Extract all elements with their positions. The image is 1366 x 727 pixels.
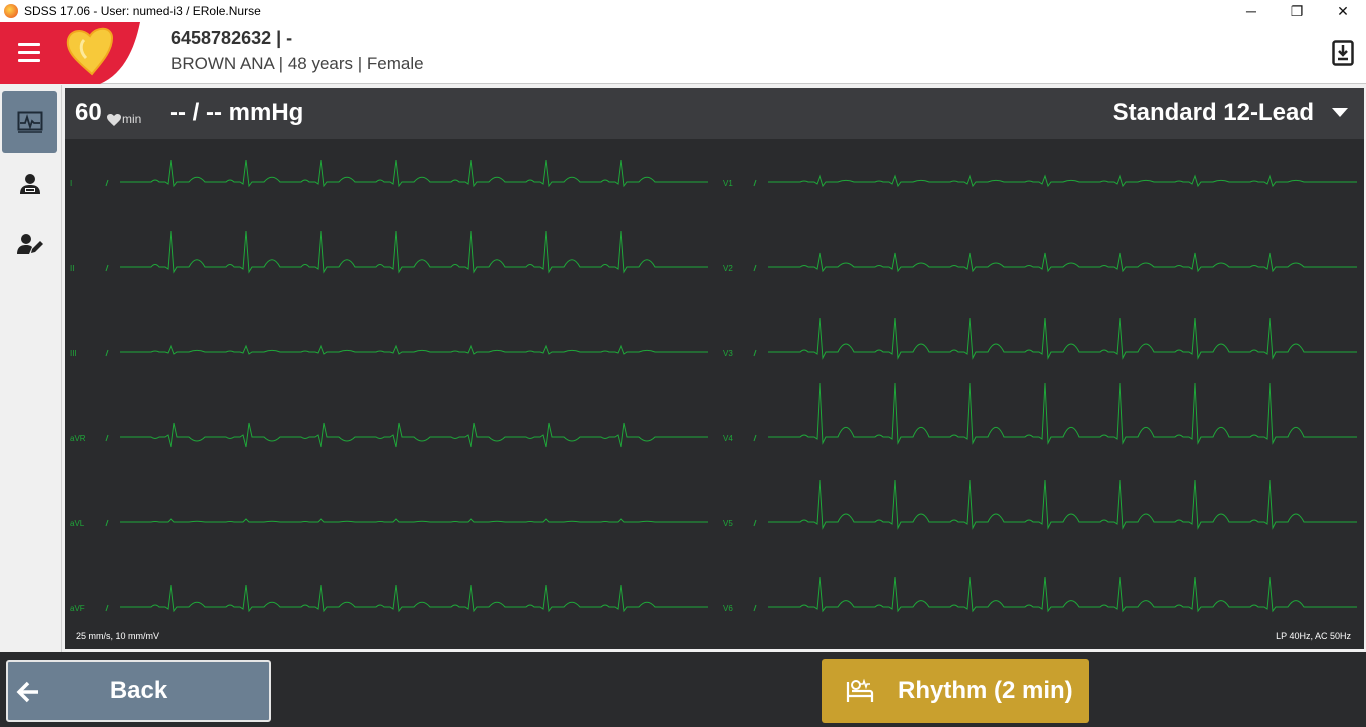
tablet-download-icon[interactable] xyxy=(1332,40,1354,66)
ecg-trace-V6 xyxy=(753,576,1357,613)
window-title: SDSS 17.06 - User: numed-i3 / ERole.Nurs… xyxy=(24,4,261,18)
rhythm-button[interactable]: Rhythm (2 min) xyxy=(822,659,1089,723)
back-button[interactable]: Back xyxy=(6,660,271,722)
ecg-traces: IIIIIIaVRaVLaVFV1V2V3V4V5V6 xyxy=(70,159,1357,613)
lead-label-aVR: aVR xyxy=(70,434,86,443)
patient-id: 6458782632 | - xyxy=(171,28,293,48)
ecg-filter-settings: LP 40Hz, AC 50Hz xyxy=(1276,631,1351,641)
bottom-action-bar: Back Rhythm (2 min) xyxy=(0,652,1366,727)
lead-mode-select[interactable]: Standard 12-Lead xyxy=(1113,99,1314,127)
app-icon xyxy=(4,4,18,18)
ecg-trace-II xyxy=(105,230,708,274)
ecg-trace-V2 xyxy=(753,252,1357,273)
close-button[interactable]: ✕ xyxy=(1320,0,1366,22)
patient-info: BROWN ANA | 48 years | Female xyxy=(171,54,424,73)
lead-label-V3: V3 xyxy=(723,349,733,358)
lead-label-aVF: aVF xyxy=(70,604,85,613)
ecg-trace-V3 xyxy=(753,317,1357,360)
heart-icon xyxy=(107,114,121,126)
lead-label-V4: V4 xyxy=(723,434,733,443)
minimize-button[interactable]: ─ xyxy=(1228,0,1274,22)
sidebar-item-ecg[interactable] xyxy=(2,91,57,153)
patient-header: 6458782632 | - BROWN ANA | 48 years | Fe… xyxy=(0,22,1366,84)
lead-label-V1: V1 xyxy=(723,179,733,188)
window-titlebar: SDSS 17.06 - User: numed-i3 / ERole.Nurs… xyxy=(0,0,1366,22)
ecg-trace-III xyxy=(105,344,708,357)
ecg-trace-I xyxy=(105,159,708,188)
patient-bed-icon xyxy=(846,678,874,702)
window-controls: ─ ❐ ✕ xyxy=(1228,0,1366,22)
ecg-trace-V5 xyxy=(753,479,1357,530)
vitals-bar: 60 min -- / -- mmHg Standard 12-Lead xyxy=(65,88,1364,139)
chevron-down-icon[interactable] xyxy=(1332,108,1348,117)
lead-label-II: II xyxy=(70,264,74,273)
lead-label-aVL: aVL xyxy=(70,519,85,528)
ecg-trace-V1 xyxy=(753,174,1357,188)
ecg-monitor-icon xyxy=(17,111,42,133)
ecg-panel: 60 min -- / -- mmHg Standard 12-Lead I II… xyxy=(65,88,1364,649)
lead-label-I: I xyxy=(70,179,72,188)
hamburger-icon xyxy=(18,43,40,46)
ecg-trace-aVR xyxy=(105,422,708,448)
user-edit-icon xyxy=(16,234,43,254)
ecg-trace-V4 xyxy=(753,382,1357,445)
lead-label-V6: V6 xyxy=(723,604,733,613)
blood-pressure-value: -- / -- mmHg xyxy=(170,99,304,126)
menu-button[interactable] xyxy=(14,40,48,66)
heart-rate-unit-label: min xyxy=(122,112,142,126)
back-button-label: Back xyxy=(109,677,168,704)
lead-label-V2: V2 xyxy=(723,264,733,273)
sidebar xyxy=(0,85,62,652)
heart-rate-unit: min xyxy=(107,106,141,126)
lead-label-III: III xyxy=(70,349,77,358)
restore-button[interactable]: ❐ xyxy=(1274,0,1320,22)
ecg-speed-settings: 25 mm/s, 10 mm/mV xyxy=(76,631,160,641)
sidebar-item-patient[interactable] xyxy=(2,153,57,215)
lead-label-V5: V5 xyxy=(723,519,733,528)
sidebar-item-edit-user[interactable] xyxy=(2,213,57,275)
rhythm-button-label: Rhythm (2 min) xyxy=(898,677,1073,704)
ecg-trace-aVL xyxy=(105,518,708,527)
patient-icon xyxy=(19,174,40,194)
heart-rate-value: 60 xyxy=(75,99,102,126)
ecg-trace-aVF xyxy=(105,584,708,613)
